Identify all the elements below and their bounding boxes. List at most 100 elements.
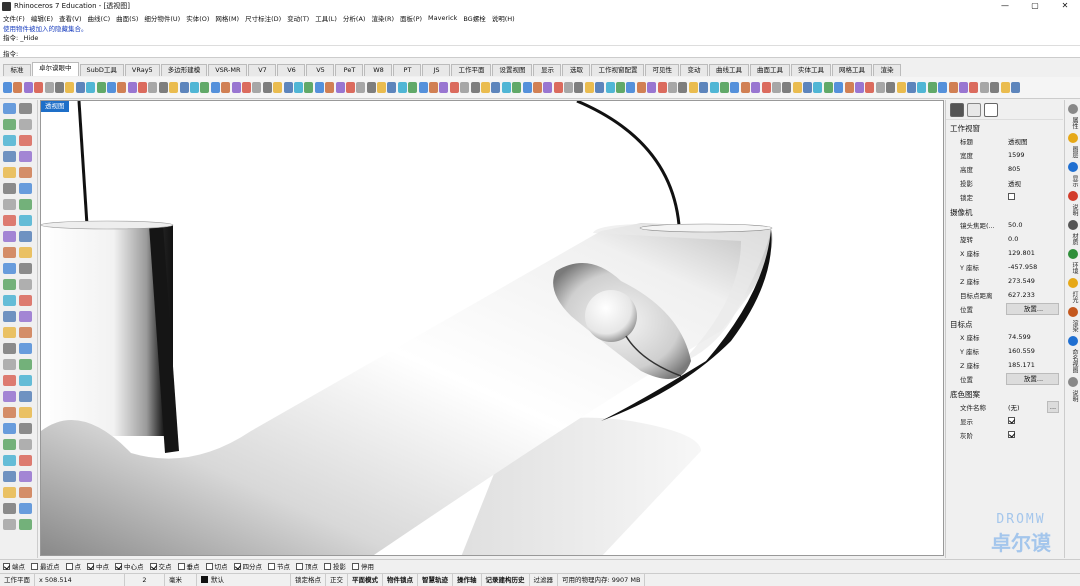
toolbar-tab[interactable]: 标准 [3,64,31,76]
toolbar-command-icon[interactable] [252,82,262,93]
toolbar-command-icon[interactable] [106,82,116,93]
osnap-item[interactable]: 顶点 [296,561,318,571]
toolbar-command-icon[interactable] [13,82,23,93]
left-tool-icon[interactable] [19,118,32,130]
browse-button[interactable]: ... [1047,401,1059,413]
toolbar-tab[interactable]: 卓尔谟眼中 [32,62,79,76]
toolbar-command-icon[interactable] [678,82,688,93]
left-tool-icon[interactable] [19,390,32,402]
left-tool-icon[interactable] [3,438,16,450]
perspective-viewport[interactable]: 透视图 [40,100,944,556]
status-toggle[interactable]: 正交 [326,574,348,586]
toolbar-command-icon[interactable] [605,82,615,93]
property-value[interactable]: 1599 [1006,151,1063,159]
osnap-item[interactable]: 中心点 [115,561,144,571]
toolbar-tab[interactable]: 曲线工具 [708,64,749,76]
toolbar-tab[interactable]: V7 [248,64,277,76]
toolbar-tab[interactable]: 渲染 [872,64,901,76]
menu-item[interactable]: Maverick [428,14,457,22]
toolbar-command-icon[interactable] [574,82,584,93]
toolbar-command-icon[interactable] [179,82,189,93]
toolbar-command-icon[interactable] [875,82,885,93]
toolbar-command-icon[interactable] [896,82,906,93]
left-tool-icon[interactable] [19,438,32,450]
toolbar-tab[interactable]: V5 [306,64,335,76]
left-tool-icon[interactable] [3,310,16,322]
property-value[interactable]: 74.599 [1006,333,1063,341]
property-value[interactable]: 185.171 [1006,361,1063,369]
left-tool-icon[interactable] [19,214,32,226]
toolbar-command-icon[interactable] [501,82,511,93]
osnap-checkbox[interactable] [352,562,359,570]
toolbar-command-icon[interactable] [1000,82,1010,93]
osnap-item[interactable]: 端点 [3,561,25,571]
status-toggle[interactable]: 记录建构历史 [482,574,530,586]
command-prompt[interactable]: 指令: [0,46,1080,58]
toolbar-tab[interactable]: PeT [335,64,364,76]
menu-item[interactable]: 编辑(E) [31,13,53,23]
menu-item[interactable]: BG螺栓 [463,13,485,23]
menu-item[interactable]: 网格(M) [215,13,239,23]
left-tool-icon[interactable] [3,262,16,274]
toolbar-command-icon[interactable] [564,82,574,93]
menu-item[interactable]: 变动(T) [287,13,309,23]
left-tool-icon[interactable] [19,294,32,306]
layer-status[interactable]: 默认 [197,574,291,586]
left-tool-icon[interactable] [3,422,16,434]
show-checkbox[interactable] [1008,416,1015,424]
material-icon[interactable] [967,102,981,117]
left-tool-icon[interactable] [19,518,32,530]
toolbar-command-icon[interactable] [990,82,1000,93]
toolbar-command-icon[interactable] [283,82,293,93]
toolbar-command-icon[interactable] [532,82,542,93]
toolbar-tab[interactable]: 曲面工具 [749,64,790,76]
toolbar-command-icon[interactable] [449,82,459,93]
status-toggle[interactable]: 平面模式 [348,574,383,586]
toolbar-command-icon[interactable] [823,82,833,93]
property-value[interactable]: 50.0 [1006,221,1063,229]
toolbar-command-icon[interactable] [553,82,563,93]
toolbar-command-icon[interactable] [771,82,781,93]
toolbar-tab[interactable]: 选取 [562,64,591,76]
status-toggle[interactable]: 物件锁点 [383,574,418,586]
toolbar-command-icon[interactable] [158,82,168,93]
left-tool-icon[interactable] [19,470,32,482]
toolbar-command-icon[interactable] [314,82,324,93]
left-tool-icon[interactable] [19,502,32,514]
toolbar-command-icon[interactable] [813,82,823,93]
toolbar-command-icon[interactable] [709,82,719,93]
left-tool-icon[interactable] [19,102,32,114]
property-value[interactable]: 273.549 [1006,277,1063,285]
property-value[interactable]: 0.0 [1006,235,1063,243]
side-tab[interactable]: 显示 [1067,175,1079,187]
left-tool-icon[interactable] [3,374,16,386]
toolbar-tab[interactable]: 可见性 [645,64,679,76]
target-place-button[interactable]: 放置... [1006,373,1059,385]
toolbar-command-icon[interactable] [595,82,605,93]
minimize-button[interactable]: — [990,0,1020,12]
toolbar-command-icon[interactable] [740,82,750,93]
toolbar-command-icon[interactable] [96,82,106,93]
toolbar-tab[interactable]: SubD工具 [79,64,124,76]
side-tab[interactable]: 材质 [1067,233,1079,245]
property-value[interactable]: 透视 [1006,178,1063,188]
toolbar-command-icon[interactable] [719,82,729,93]
toolbar-command-icon[interactable] [886,82,896,93]
left-tool-icon[interactable] [3,358,16,370]
status-toggle[interactable]: 操作轴 [453,574,482,586]
toolbar-command-icon[interactable] [127,82,137,93]
toolbar-command-icon[interactable] [636,82,646,93]
toolbar-command-icon[interactable] [917,82,927,93]
osnap-checkbox[interactable] [177,562,185,570]
side-tab[interactable]: 渲染 [1067,320,1079,332]
toolbar-tab[interactable]: W8 [364,64,393,76]
left-tool-icon[interactable] [19,486,32,498]
osnap-item[interactable]: 点 [65,561,81,571]
toolbar-command-icon[interactable] [958,82,968,93]
property-value[interactable]: 透视图 [1006,136,1063,146]
toolbar-command-icon[interactable] [948,82,958,93]
toolbar-command-icon[interactable] [429,82,439,93]
toolbar-command-icon[interactable] [782,82,792,93]
menu-item[interactable]: 分析(A) [343,13,366,23]
toolbar-tab[interactable]: VSR-MR [208,64,248,76]
